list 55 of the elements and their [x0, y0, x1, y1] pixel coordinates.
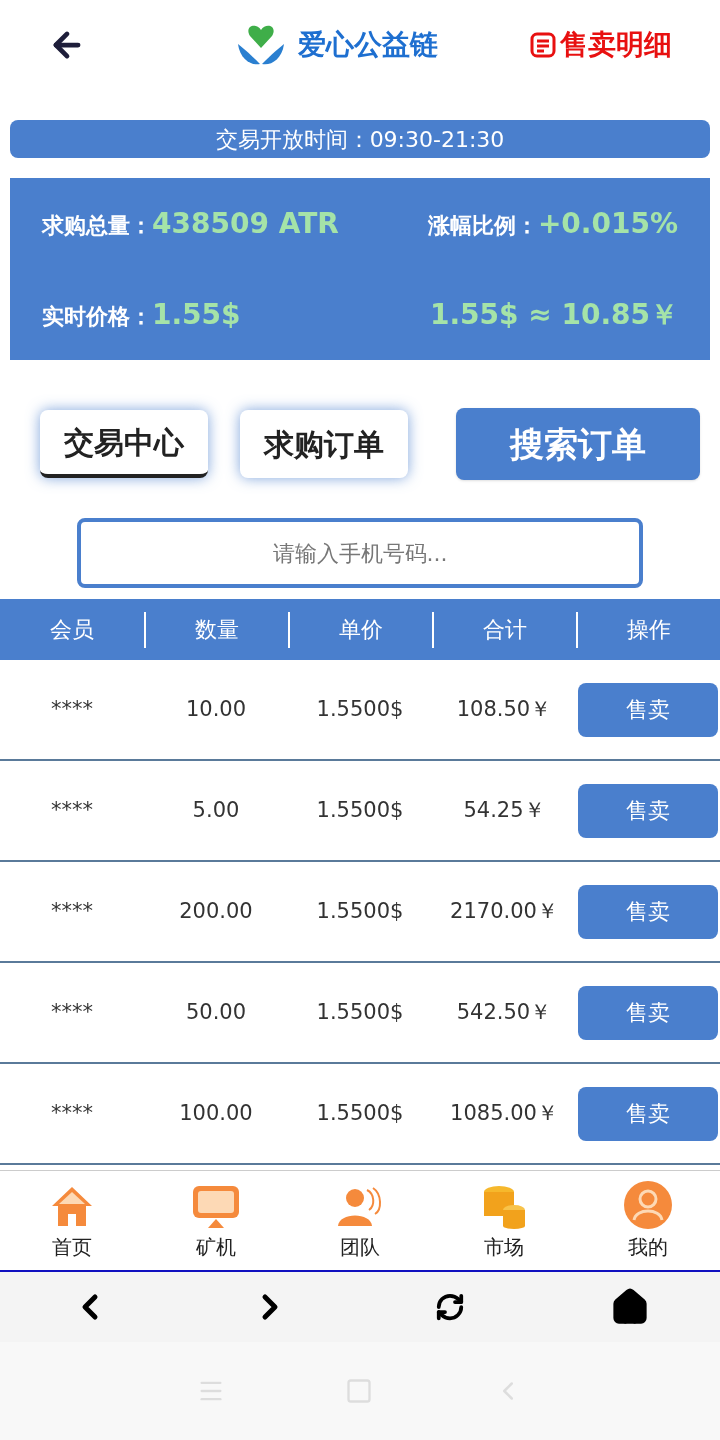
table-cell-text: 10.00	[184, 695, 248, 723]
coins-icon	[481, 1184, 527, 1230]
stat-label: 求购总量：	[42, 211, 152, 240]
stat-label: 实时价格：	[42, 302, 152, 331]
table-cell-text: ****	[50, 695, 94, 723]
tab[interactable]: 交易中心	[40, 410, 208, 478]
table-cell-text: 1.5500$	[315, 1099, 405, 1127]
tab[interactable]: 求购订单	[240, 410, 408, 478]
table-cell-text: ****	[50, 998, 94, 1026]
user-icon	[623, 1180, 673, 1230]
table-cell-text: 542.50￥	[455, 998, 553, 1026]
table-cell-text: 1.5500$	[315, 796, 405, 824]
table-cell-text: 1.5500$	[315, 695, 405, 723]
phone-search-field[interactable]: 请输入手机号码...	[77, 518, 643, 588]
trading-hours: 交易开放时间：09:30-21:30	[215, 125, 505, 154]
stat-label: 涨幅比例：	[427, 211, 538, 240]
table-cell-text: 2170.00￥	[449, 897, 559, 925]
stat-value: +0.015%	[537, 205, 678, 242]
table-cell-text: 1.5500$	[315, 897, 405, 925]
table-cell-text: ****	[50, 897, 94, 925]
column-header: 会员	[50, 616, 94, 644]
table-cell-text: ****	[50, 796, 94, 824]
refresh-icon[interactable]	[435, 1292, 465, 1322]
stat-value: 1.55$	[152, 296, 241, 333]
search-orders-button[interactable]: 搜索订单	[456, 408, 700, 480]
nav-item[interactable]: 团队	[288, 1171, 432, 1270]
nav-item[interactable]: 市场	[432, 1171, 576, 1270]
stat-value: 1.55$ ≈ 10.85￥	[429, 296, 678, 333]
app-title: 爱心公益链	[298, 27, 438, 63]
column-header: 合计	[483, 616, 527, 644]
home-icon[interactable]	[611, 1288, 649, 1326]
sell-button[interactable]: 售卖	[578, 884, 718, 939]
table-cell-text: 1085.00￥	[449, 1099, 559, 1127]
sales-details-link[interactable]: 售卖明细	[530, 24, 672, 66]
table-cell-text: 108.50￥	[455, 695, 553, 723]
table-cell-text: 50.00	[184, 998, 248, 1026]
column-header: 数量	[195, 616, 239, 644]
table-cell-text: 100.00	[178, 1099, 254, 1127]
sell-button[interactable]: 售卖	[578, 1086, 718, 1141]
column-header: 单价	[339, 616, 383, 644]
document-icon	[530, 32, 556, 58]
nav-item[interactable]: 首页	[0, 1171, 144, 1270]
sell-button[interactable]: 售卖	[578, 682, 718, 737]
nav-item[interactable]: 我的	[576, 1171, 720, 1270]
monitor-icon	[191, 1184, 241, 1230]
table-cell-text: 54.25￥	[462, 796, 546, 824]
nav-item[interactable]: 矿机	[144, 1171, 288, 1270]
column-header: 操作	[627, 616, 671, 644]
stat-value: 438509 ATR	[152, 205, 339, 242]
table-cell-text: 200.00	[178, 897, 254, 925]
table-cell-text: 1.5500$	[315, 998, 405, 1026]
sell-button[interactable]: 售卖	[578, 783, 718, 838]
sell-button[interactable]: 售卖	[578, 985, 718, 1040]
table-cell-text: ****	[50, 1099, 94, 1127]
table-cell-text: 5.00	[191, 796, 241, 824]
